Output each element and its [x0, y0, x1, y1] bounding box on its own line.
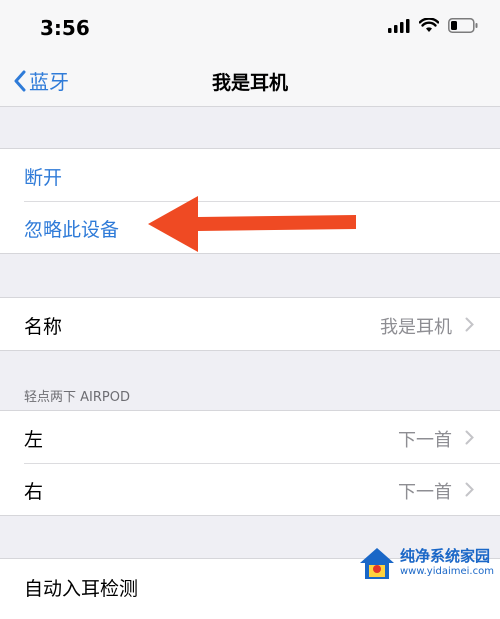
watermark-title: 纯净系统家园 — [400, 547, 491, 565]
name-group: 名称 我是耳机 — [0, 297, 500, 351]
page-title: 我是耳机 — [211, 72, 288, 94]
watermark: 纯净系统家园 www.yidaimei.com — [358, 545, 494, 583]
right-value: 下一首 — [398, 482, 452, 503]
right-airpod-row[interactable]: 右 下一首 — [0, 463, 500, 515]
watermark-url: www.yidaimei.com — [400, 566, 494, 577]
chevron-right-icon — [465, 317, 474, 332]
right-label: 右 — [24, 481, 44, 503]
disconnect-row[interactable]: 断开 — [0, 149, 500, 201]
battery-icon — [448, 18, 478, 33]
double-tap-group: 左 下一首 右 下一首 — [0, 410, 500, 516]
chevron-right-icon — [465, 430, 474, 445]
chevron-right-icon — [465, 482, 474, 497]
status-time: 3:56 — [40, 16, 90, 40]
left-label: 左 — [24, 429, 44, 451]
ear-detection-label: 自动入耳检测 — [24, 578, 139, 600]
name-label: 名称 — [24, 316, 63, 338]
left-airpod-row[interactable]: 左 下一首 — [0, 411, 500, 463]
disconnect-label: 断开 — [24, 167, 63, 189]
status-bar: 3:56 — [0, 0, 500, 58]
cellular-signal-icon — [388, 18, 410, 33]
status-icons — [388, 18, 478, 33]
name-row[interactable]: 名称 我是耳机 — [0, 298, 500, 350]
double-tap-section-header: 轻点两下 AIRPOD — [24, 390, 130, 405]
annotation-arrow-icon — [148, 196, 356, 252]
navigation-bar: 蓝牙 我是耳机 — [0, 58, 500, 107]
left-value: 下一首 — [398, 430, 452, 451]
name-value: 我是耳机 — [380, 317, 452, 338]
forget-device-label: 忽略此设备 — [24, 219, 120, 241]
wifi-icon — [419, 18, 439, 32]
house-logo-icon — [360, 548, 394, 579]
watermark-text: 纯净系统家园 www.yidaimei.com — [400, 548, 494, 580]
